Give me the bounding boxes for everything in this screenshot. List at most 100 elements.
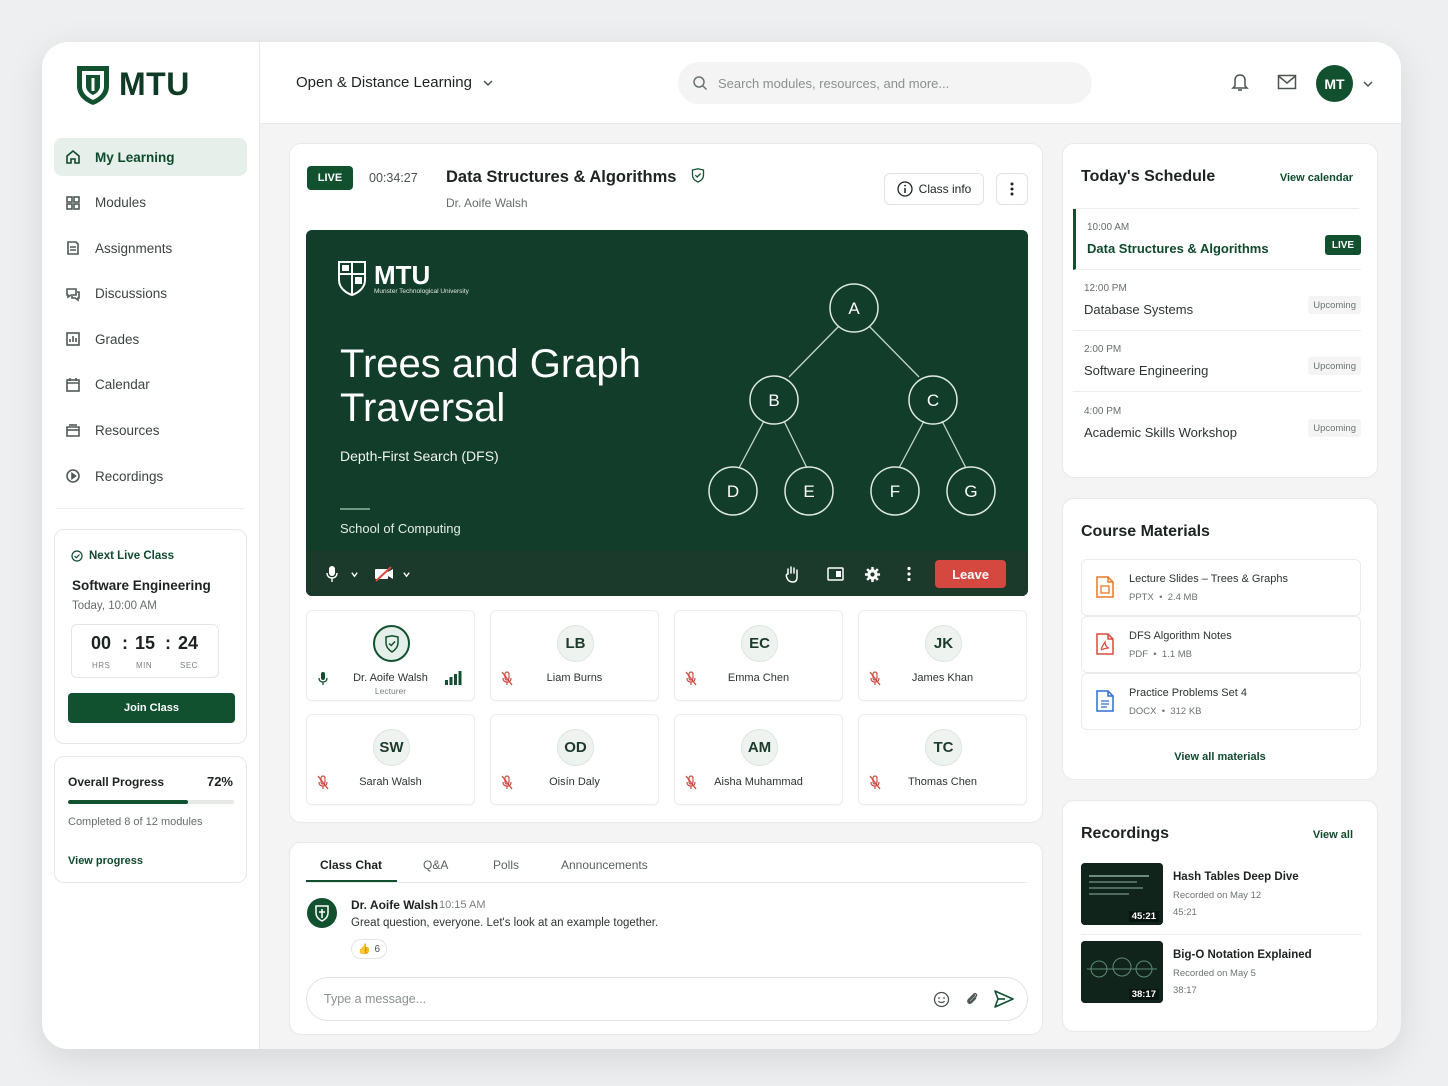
schedule-title: Today's Schedule bbox=[1081, 168, 1216, 185]
top-header: Open & Distance Learning MT bbox=[260, 42, 1401, 124]
message-input[interactable] bbox=[324, 992, 904, 1006]
tree-nodes bbox=[708, 283, 996, 516]
microphone-toggle[interactable] bbox=[326, 562, 338, 586]
more-options-button[interactable] bbox=[996, 173, 1028, 205]
live-session-panel: LIVE 00:34:27 Data Structures & Algorith… bbox=[289, 143, 1043, 823]
brand-logo[interactable]: MTU bbox=[75, 62, 190, 106]
participant-tile[interactable]: JK James Khan bbox=[858, 610, 1027, 701]
recording-item[interactable]: 38:17 Big-O Notation Explained Recorded … bbox=[1081, 941, 1361, 1005]
raise-hand-button[interactable] bbox=[784, 562, 800, 586]
assignment-icon bbox=[67, 241, 79, 255]
sidebar-item-resources[interactable]: Resources bbox=[54, 412, 247, 450]
tree-node-label: G bbox=[964, 482, 977, 501]
schedule-item[interactable]: 4:00 PM Academic Skills Workshop Upcomin… bbox=[1073, 393, 1361, 454]
mail-icon bbox=[1277, 74, 1297, 90]
search-bar bbox=[678, 62, 1092, 104]
emoji-button[interactable] bbox=[933, 991, 950, 1013]
next-live-class-heading: Next Live Class bbox=[71, 550, 174, 562]
send-button[interactable] bbox=[994, 990, 1014, 1013]
sidebar-item-recordings[interactable]: Recordings bbox=[54, 457, 247, 495]
participant-tile[interactable]: LB Liam Burns bbox=[490, 610, 659, 701]
schedule-time: 2:00 PM bbox=[1084, 344, 1122, 355]
progress-percent: 72% bbox=[206, 774, 233, 789]
sidebar-item-label: Discussions bbox=[95, 286, 168, 302]
participant-tile-host[interactable]: Dr. Aoife Walsh Lecturer bbox=[306, 610, 475, 701]
view-progress-link[interactable]: View progress bbox=[68, 855, 143, 867]
schedule-name: Academic Skills Workshop bbox=[1084, 425, 1237, 440]
join-class-button[interactable]: Join Class bbox=[68, 693, 235, 723]
participant-tile[interactable]: TC Thomas Chen bbox=[858, 714, 1027, 805]
view-calendar-link[interactable]: View calendar bbox=[1280, 172, 1353, 184]
participant-tile[interactable]: SW Sarah Walsh bbox=[306, 714, 475, 805]
settings-button[interactable] bbox=[864, 562, 881, 586]
material-item[interactable]: Lecture Slides – Trees & Graphs PPTX • 2… bbox=[1081, 559, 1361, 616]
microphone-options[interactable] bbox=[350, 562, 359, 586]
participant-name: Sarah Walsh bbox=[359, 776, 422, 788]
messages-button[interactable] bbox=[1277, 74, 1297, 95]
notifications-button[interactable] bbox=[1231, 72, 1249, 97]
layout-toggle-button[interactable] bbox=[827, 562, 844, 586]
message-composer bbox=[306, 977, 1028, 1021]
check-shield-icon bbox=[71, 550, 83, 562]
host-avatar bbox=[373, 625, 410, 662]
view-all-recordings-link[interactable]: View all bbox=[1313, 829, 1353, 841]
sidebar-item-modules[interactable]: Modules bbox=[54, 184, 247, 222]
recording-item[interactable]: 45:21 Hash Tables Deep Dive Recorded on … bbox=[1081, 863, 1361, 927]
program-selector[interactable]: Open & Distance Learning bbox=[296, 74, 494, 91]
recordings-title: Recordings bbox=[1081, 825, 1170, 842]
participant-tile[interactable]: EC Emma Chen bbox=[674, 610, 843, 701]
participant-tile[interactable]: AM Aisha Muhammad bbox=[674, 714, 843, 805]
attach-button[interactable] bbox=[964, 990, 980, 1013]
sidebar-item-my-learning[interactable]: My Learning bbox=[54, 138, 247, 176]
user-avatar[interactable]: MT bbox=[1316, 65, 1353, 102]
sidebar-item-discussions[interactable]: Discussions bbox=[54, 275, 247, 313]
view-all-materials-link[interactable]: View all materials bbox=[1063, 751, 1377, 763]
more-call-options-button[interactable] bbox=[907, 562, 911, 586]
chevron-down-icon bbox=[351, 571, 358, 577]
folder-icon bbox=[66, 423, 80, 437]
recording-name: Big-O Notation Explained bbox=[1173, 949, 1312, 961]
sidebar-item-label: Assignments bbox=[95, 240, 173, 256]
schedule-time: 12:00 PM bbox=[1084, 283, 1127, 294]
sidebar-divider bbox=[56, 508, 245, 509]
tab-class-chat[interactable]: Class Chat bbox=[320, 858, 382, 872]
sidebar-item-calendar[interactable]: Calendar bbox=[54, 366, 247, 404]
search-input[interactable] bbox=[718, 75, 1058, 91]
participant-avatar: AM bbox=[741, 729, 778, 766]
reaction-badge[interactable]: 👍 6 bbox=[351, 939, 388, 959]
sidebar-item-assignments[interactable]: Assignments bbox=[54, 229, 247, 267]
schedule-item-live[interactable]: 10:00 AM Data Structures & Algorithms LI… bbox=[1073, 209, 1361, 270]
class-info-button[interactable]: Class info bbox=[884, 173, 984, 205]
camera-options[interactable] bbox=[402, 562, 411, 586]
tab-qa[interactable]: Q&A bbox=[423, 858, 448, 872]
camera-toggle[interactable] bbox=[374, 562, 394, 586]
material-item[interactable]: DFS Algorithm Notes PDF • 1.1 MB bbox=[1081, 616, 1361, 673]
user-menu-toggle[interactable] bbox=[1362, 77, 1374, 95]
participant-avatar: LB bbox=[557, 625, 594, 662]
tab-polls[interactable]: Polls bbox=[493, 858, 519, 872]
slide-title: Trees and Graph Traversal bbox=[340, 342, 641, 430]
recording-thumbnail: 38:17 bbox=[1081, 941, 1163, 1003]
sidebar-item-label: Modules bbox=[95, 195, 147, 211]
lecturer-name: Dr. Aoife Walsh bbox=[446, 196, 528, 210]
video-stage[interactable]: MTU Munster Technological University Tre… bbox=[306, 230, 1028, 596]
grid-icon bbox=[66, 195, 80, 210]
verified-shield-icon bbox=[691, 168, 705, 183]
recording-duration: 38:17 bbox=[1173, 985, 1197, 996]
material-meta: PDF • 1.1 MB bbox=[1129, 649, 1192, 660]
schedule-item[interactable]: 2:00 PM Software Engineering Upcoming bbox=[1073, 331, 1361, 392]
recording-date: Recorded on May 12 bbox=[1173, 890, 1262, 901]
sidebar-item-grades[interactable]: Grades bbox=[54, 320, 247, 358]
material-item[interactable]: Practice Problems Set 4 DOCX • 312 KB bbox=[1081, 673, 1361, 730]
participant-tile[interactable]: OD Oisín Daly bbox=[490, 714, 659, 805]
course-materials-card: Course Materials Lecture Slides – Trees … bbox=[1062, 498, 1378, 780]
tree-edge bbox=[868, 325, 920, 378]
tab-announcements[interactable]: Announcements bbox=[561, 858, 648, 872]
search-icon bbox=[693, 76, 708, 91]
reaction-count: 6 bbox=[374, 943, 381, 955]
schedule-item[interactable]: 12:00 PM Database Systems Upcoming bbox=[1073, 270, 1361, 331]
kebab-menu-icon bbox=[1010, 182, 1014, 196]
recording-thumbnail: 45:21 bbox=[1081, 863, 1163, 925]
leave-call-button[interactable]: Leave bbox=[935, 560, 1006, 588]
signal-strength-icon bbox=[444, 671, 462, 690]
